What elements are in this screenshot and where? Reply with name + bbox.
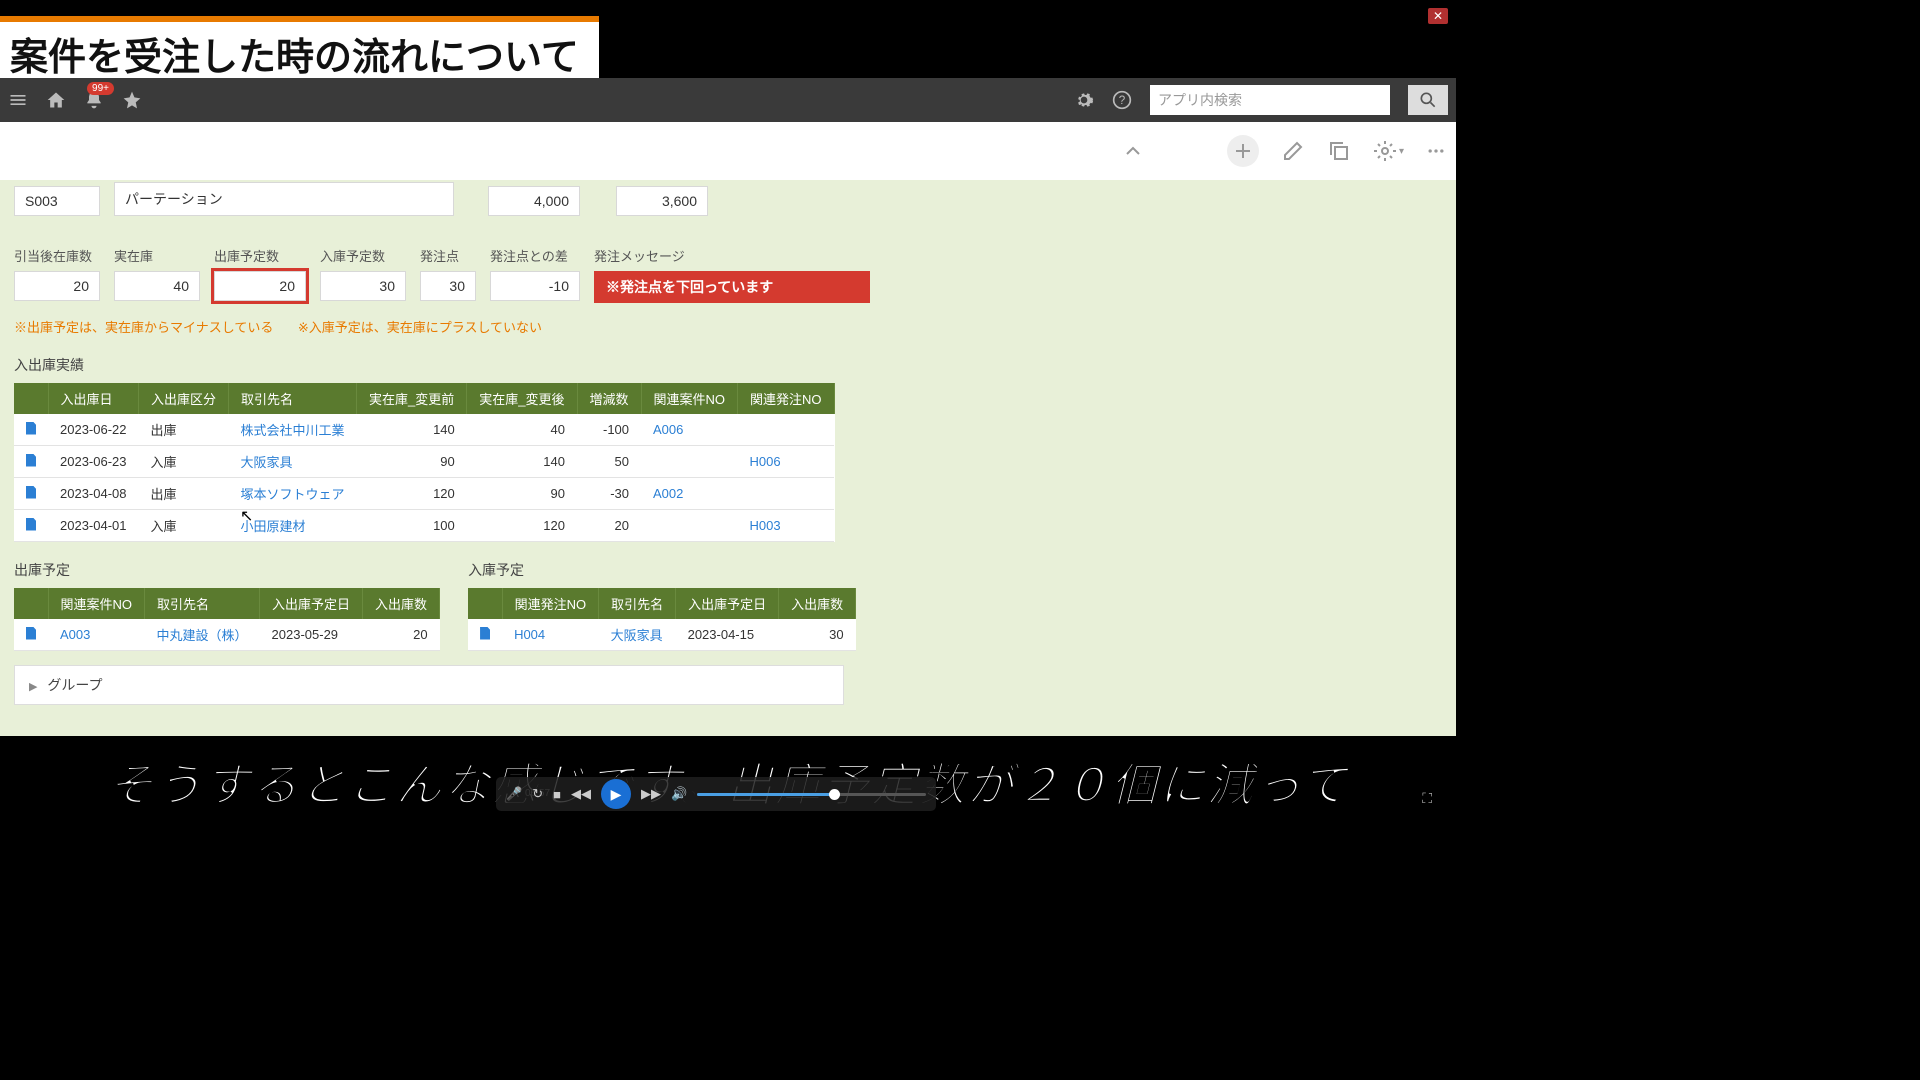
record-body: S003 パーテーション 4,000 3,600 引当後在庫数20 実在庫40 … (0, 180, 1456, 736)
document-icon[interactable] (26, 627, 36, 640)
reorder-alert: ※発注点を下回っています (594, 271, 870, 303)
record-toolbar: ▾ (0, 122, 1456, 180)
table-row[interactable]: 2023-06-23入庫大阪家具 9014050 H006 (14, 446, 834, 478)
th-out-date: 入出庫予定日 (260, 588, 363, 619)
th-delta: 増減数 (577, 383, 641, 414)
label-reorder: 発注点 (420, 246, 476, 265)
th-before: 実在庫_変更前 (357, 383, 467, 414)
label-allocated: 引当後在庫数 (14, 246, 100, 265)
document-icon[interactable] (26, 486, 36, 499)
val-diff: -10 (490, 271, 580, 301)
table-row[interactable]: A003中丸建設（株）2023-05-2920 (14, 619, 440, 651)
history-table: 入出庫日 入出庫区分 取引先名 実在庫_変更前 実在庫_変更後 増減数 関連案件… (14, 383, 835, 542)
group-label: グループ (47, 677, 102, 693)
document-icon[interactable] (26, 454, 36, 467)
table-row[interactable]: 2023-04-01入庫小田原建材 10012020 H003 (14, 510, 834, 542)
video-player-controls: 🎤 ↻ ■ ◀◀ ▶ ▶▶ 🔊 (496, 777, 936, 811)
hamburger-icon[interactable] (8, 90, 28, 110)
stop-button[interactable]: ■ (553, 787, 561, 802)
th-kind: 入出庫区分 (139, 383, 229, 414)
label-msg: 発注メッセージ (594, 246, 870, 265)
label-outplan: 出庫予定数 (214, 246, 306, 265)
chevron-right-icon: ▶ (29, 680, 37, 693)
settings-dropdown[interactable]: ▾ (1373, 139, 1404, 163)
app-topbar: 99+ ? (0, 78, 1456, 122)
fullscreen-icon[interactable]: ⛶ (1422, 790, 1432, 807)
val-allocated: 20 (14, 271, 100, 301)
val-actual: 40 (114, 271, 200, 301)
rewind-button[interactable]: ◀◀ (571, 786, 591, 802)
th-orderno: 関連発注NO (738, 383, 835, 414)
more-icon[interactable] (1426, 141, 1446, 161)
svg-text:?: ? (1119, 94, 1126, 107)
th-partner: 取引先名 (229, 383, 357, 414)
mic-icon[interactable]: 🎤 (506, 786, 522, 802)
th-in-partner: 取引先名 (599, 588, 676, 619)
search-input[interactable] (1150, 92, 1350, 108)
table-row[interactable]: H004大阪家具2023-04-1530 (468, 619, 856, 651)
th-date: 入出庫日 (48, 383, 139, 414)
th-after: 実在庫_変更後 (467, 383, 577, 414)
star-icon[interactable] (122, 90, 142, 110)
label-actual: 実在庫 (114, 246, 200, 265)
th-in-date: 入出庫予定日 (676, 588, 779, 619)
note-outplan: ※出庫予定は、実在庫からマイナスしている (14, 320, 273, 335)
th-caseno: 関連案件NO (641, 383, 738, 414)
help-icon[interactable]: ? (1112, 90, 1132, 110)
inplan-table: 関連発注NO 取引先名 入出庫予定日 入出庫数 H004大阪家具2023-04-… (468, 588, 856, 651)
table-row[interactable]: 2023-06-22出庫株式会社中川工業 14040-100 A006 (14, 414, 834, 446)
outplan-section-title: 出庫予定 (14, 560, 440, 580)
collapse-icon[interactable] (1121, 139, 1145, 163)
copy-button[interactable] (1327, 139, 1351, 163)
th-out-caseno: 関連案件NO (48, 588, 145, 619)
seek-bar[interactable] (697, 793, 926, 796)
note-inplan: ※入庫予定は、実在庫にプラスしていない (298, 320, 542, 335)
document-icon[interactable] (26, 422, 36, 435)
table-row[interactable]: 2023-04-08出庫塚本ソフトウェア 12090-30 A002 (14, 478, 834, 510)
volume-icon[interactable]: 🔊 (671, 786, 687, 802)
history-section-title: 入出庫実績 (14, 355, 1442, 375)
edit-button[interactable] (1281, 139, 1305, 163)
val-inplan: 30 (320, 271, 406, 301)
label-diff: 発注点との差 (490, 246, 580, 265)
forward-button[interactable]: ▶▶ (641, 786, 661, 802)
th-in-qty: 入出庫数 (779, 588, 856, 619)
price-2: 3,600 (616, 186, 708, 216)
play-button[interactable]: ▶ (601, 779, 631, 809)
product-name: パーテーション (114, 182, 454, 216)
th-in-orderno: 関連発注NO (502, 588, 599, 619)
price-1: 4,000 (488, 186, 580, 216)
th-out-partner: 取引先名 (145, 588, 260, 619)
close-icon[interactable]: ✕ (1428, 8, 1448, 24)
product-code: S003 (14, 186, 100, 216)
notification-badge: 99+ (87, 82, 114, 95)
notifications-icon[interactable]: 99+ (84, 90, 104, 110)
th-out-qty: 入出庫数 (363, 588, 440, 619)
add-button[interactable] (1227, 135, 1259, 167)
search-button[interactable] (1408, 85, 1448, 115)
gear-icon[interactable] (1074, 90, 1094, 110)
outplan-table: 関連案件NO 取引先名 入出庫予定日 入出庫数 A003中丸建設（株）2023-… (14, 588, 440, 651)
val-reorder: 30 (420, 271, 476, 301)
app-search[interactable] (1150, 85, 1390, 115)
label-inplan: 入庫予定数 (320, 246, 406, 265)
inplan-section-title: 入庫予定 (468, 560, 856, 580)
document-icon[interactable] (26, 518, 36, 531)
val-outplan: 20 (214, 271, 306, 301)
home-icon[interactable] (46, 90, 66, 110)
loop-icon[interactable]: ↻ (532, 786, 543, 802)
document-icon[interactable] (480, 627, 490, 640)
group-accordion[interactable]: ▶ グループ (14, 665, 844, 705)
